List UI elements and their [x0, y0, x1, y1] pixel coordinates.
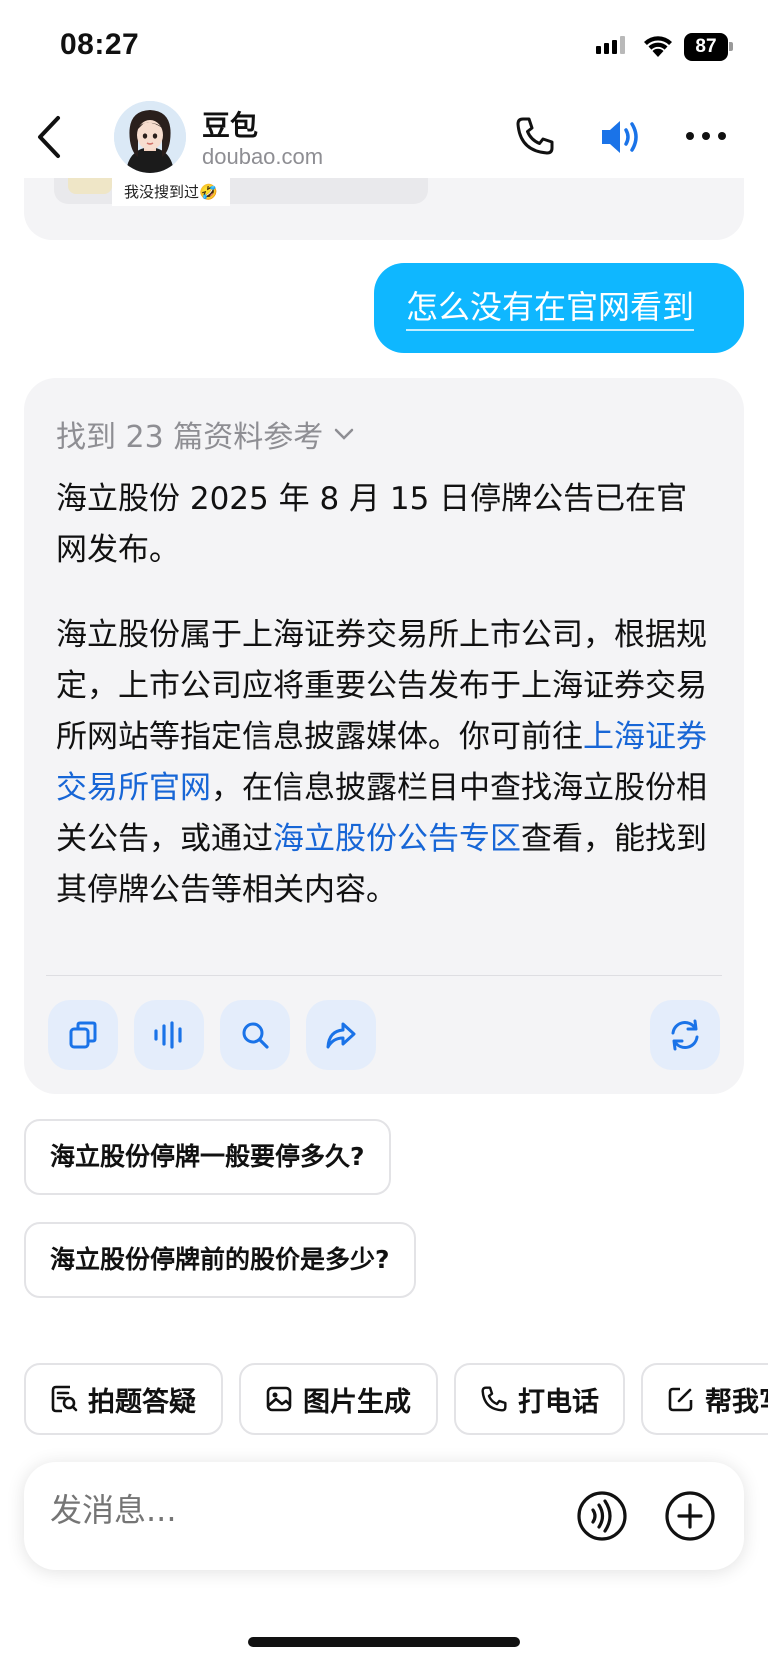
regenerate-button[interactable] [650, 1000, 720, 1070]
refresh-icon [671, 1019, 699, 1051]
user-message-text: 怎么没有在官网看到 [406, 285, 695, 331]
battery-indicator: 87 [684, 33, 728, 61]
question-scan-icon [51, 1385, 78, 1413]
answer-paragraph: 海立股份 2025 年 8 月 15 日停牌公告已在官网发布。 [56, 481, 688, 568]
copy-icon [69, 1021, 97, 1049]
dot-icon [686, 132, 694, 140]
speaker-button[interactable] [598, 117, 646, 157]
previous-message-card: 我没搜到过🤣 [24, 178, 744, 240]
dot-icon [718, 132, 726, 140]
voice-wave-icon [154, 1021, 182, 1049]
tool-label: 打电话 [518, 1386, 599, 1418]
bot-site: doubao.com [202, 144, 324, 169]
suggested-question[interactable]: 海立股份停牌前的股价是多少? [24, 1222, 416, 1298]
cellular-signal-icon [596, 36, 625, 54]
message-input[interactable] [48, 1490, 452, 1530]
chevron-down-icon [335, 428, 354, 440]
dot-icon [702, 132, 710, 140]
tool-image-generation[interactable]: 图片生成 [239, 1363, 438, 1435]
wifi-icon [644, 36, 672, 57]
bot-name: 豆包 [202, 109, 259, 142]
search-button[interactable] [220, 1000, 290, 1070]
share-button[interactable] [306, 1000, 376, 1070]
previous-thumbnail [68, 178, 112, 194]
references-toggle[interactable]: 找到 23 篇资料参考 [56, 412, 355, 456]
card-divider [46, 975, 722, 976]
image-icon [266, 1386, 292, 1412]
tool-write-helper[interactable]: 帮我写 [641, 1363, 768, 1435]
back-button[interactable] [30, 112, 70, 162]
references-label: 找到 23 篇资料参考 [56, 420, 324, 455]
edit-icon [668, 1387, 693, 1412]
phone-call-button[interactable] [514, 115, 556, 157]
user-message-bubble[interactable]: 怎么没有在官网看到 [374, 263, 744, 353]
hili-announcement-link[interactable]: 海立股份公告专区 [273, 821, 521, 857]
more-options-button[interactable] [686, 126, 732, 146]
answer-paragraph: 海立股份属于上海证券交易所上市公司，根据规定，上市公司应将重要公告发布于上海证券… [56, 610, 716, 916]
tool-photo-question[interactable]: 拍题答疑 [24, 1363, 223, 1435]
add-attachment-button[interactable] [664, 1490, 716, 1542]
suggested-question[interactable]: 海立股份停牌一般要停多久? [24, 1119, 391, 1195]
tool-phone-call[interactable]: 打电话 [454, 1363, 625, 1435]
message-input-bar [24, 1462, 744, 1570]
tool-label: 拍题答疑 [88, 1386, 196, 1418]
copy-button[interactable] [48, 1000, 118, 1070]
avatar[interactable] [114, 101, 186, 173]
read-aloud-button[interactable] [134, 1000, 204, 1070]
status-time: 08:27 [60, 28, 140, 61]
previous-caption: 我没搜到过🤣 [112, 178, 230, 206]
home-indicator [248, 1637, 520, 1647]
phone-icon [481, 1386, 507, 1412]
tool-label: 图片生成 [303, 1386, 411, 1418]
share-arrow-icon [326, 1022, 356, 1049]
voice-input-button[interactable] [576, 1490, 628, 1542]
battery-tip [729, 42, 733, 51]
avatar-illustration [114, 101, 186, 173]
tool-label: 帮我写 [705, 1386, 768, 1418]
search-icon [242, 1022, 269, 1049]
